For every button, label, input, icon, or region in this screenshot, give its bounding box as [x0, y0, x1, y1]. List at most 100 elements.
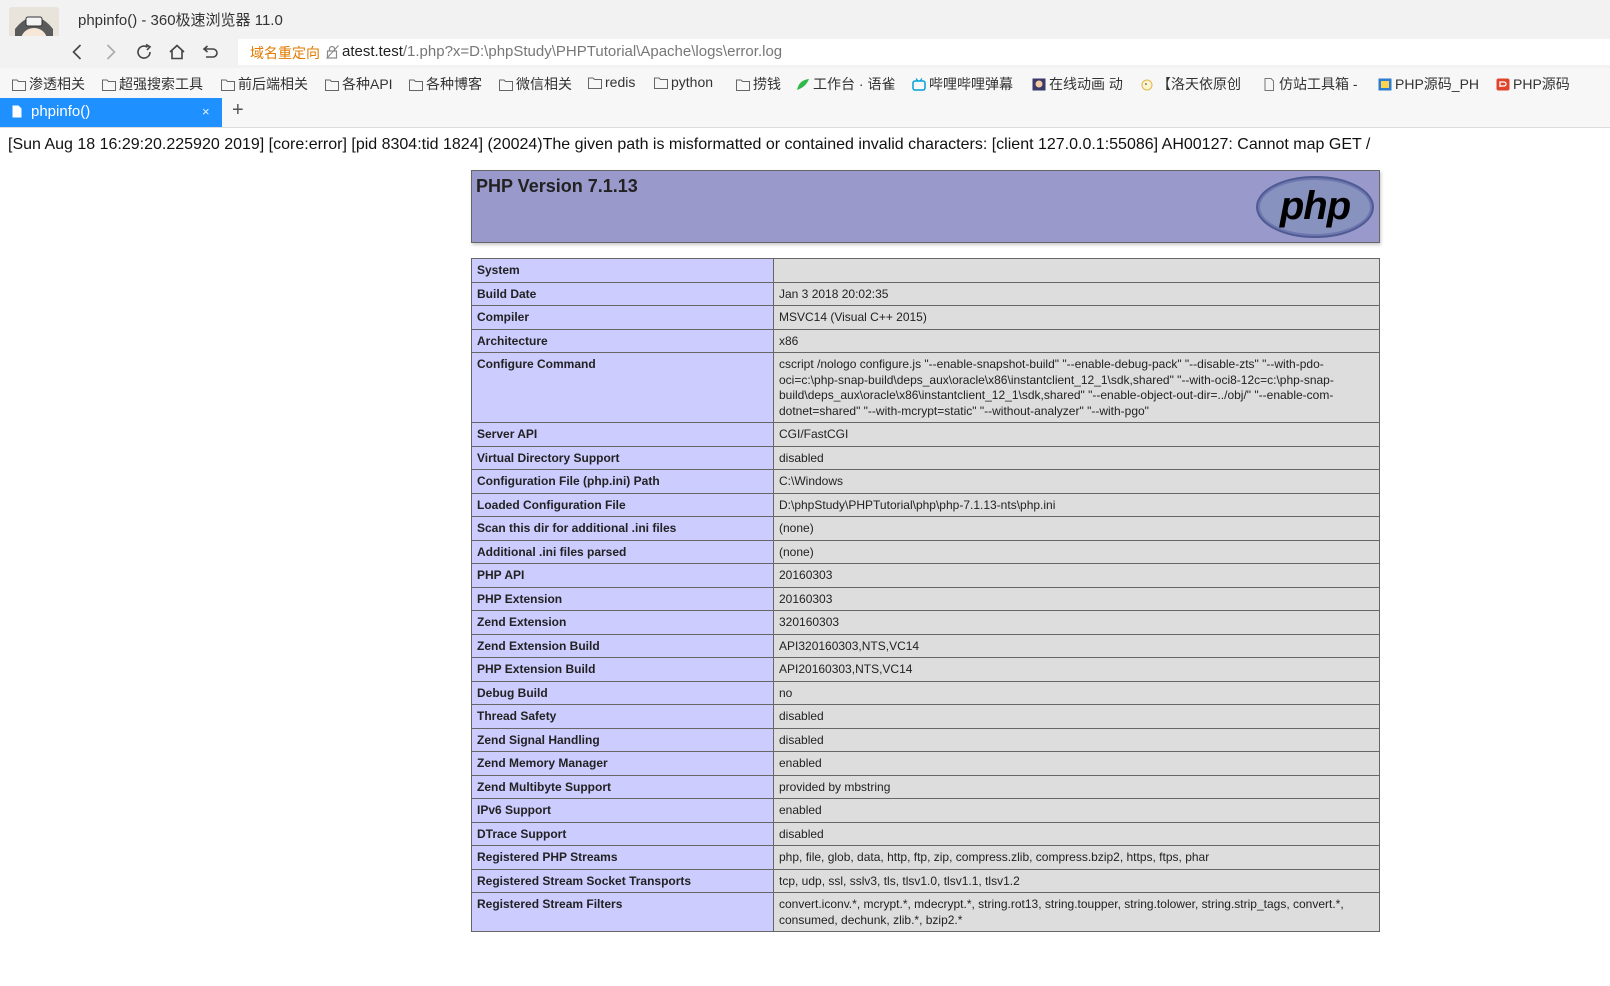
table-row: Loaded Configuration File D:\phpStudy\PHP… — [471, 492, 1380, 517]
bookmark-link[interactable]: 工作台 · 语雀 — [796, 74, 895, 94]
row-key: Loaded Configuration File — [471, 492, 774, 517]
row-value: tcp, udp, ssl, sslv3, tls, tlsv1.0, tlsv… — [773, 868, 1380, 893]
bookmark-link[interactable]: PHP源码_PH — [1378, 74, 1479, 94]
chevron-right-icon[interactable] — [99, 41, 121, 63]
bookmark-label: 微信相关 — [516, 76, 572, 92]
table-row: Registered PHP Streams php, file, glob, d… — [471, 845, 1380, 870]
bookmark-folder[interactable]: 捞钱 — [736, 74, 781, 94]
chevron-left-icon[interactable] — [67, 41, 89, 63]
insecure-lock-icon[interactable] — [326, 45, 339, 59]
row-key: PHP Extension Build — [471, 657, 774, 682]
row-key: Debug Build — [471, 680, 774, 705]
bookmark-folder[interactable]: 各种API — [325, 74, 393, 94]
bookmark-folder[interactable]: 超强搜索工具 — [102, 74, 203, 94]
window-title: phpinfo() - 360极速浏览器 11.0 — [78, 12, 283, 29]
url-host: atest.test — [342, 43, 403, 60]
table-row: PHP API 20160303 — [471, 563, 1380, 588]
folder-icon — [736, 79, 750, 91]
row-value: x86 — [773, 328, 1380, 353]
chicken-icon — [1141, 79, 1153, 90]
bookmark-folder[interactable]: 各种博客 — [409, 74, 482, 94]
row-value: cscript /nologo configure.js "--enable-s… — [773, 352, 1380, 423]
table-row: PHP Extension Build API20160303,NTS,VC14 — [471, 657, 1380, 682]
error-log-line: [Sun Aug 18 16:29:20.225920 2019] [core:… — [8, 136, 1371, 153]
bookmark-folder[interactable]: 渗透相关 — [12, 74, 85, 94]
refresh-icon[interactable] — [133, 41, 155, 63]
table-row: Build Date Jan 3 2018 20:02:35 — [471, 281, 1380, 306]
bookmark-link[interactable]: 仿站工具箱 - — [1262, 74, 1358, 94]
row-key: System — [471, 258, 774, 283]
phpinfo-table: System Build Date Jan 3 2018 20:02:35 Compi… — [471, 258, 1380, 932]
table-row: Virtual Directory Support disabled — [471, 445, 1380, 470]
row-key: DTrace Support — [471, 821, 774, 846]
row-value: Jan 3 2018 20:02:35 — [773, 281, 1380, 306]
row-value: php, file, glob, data, http, ftp, zip, c… — [773, 845, 1380, 870]
folder-icon — [409, 79, 423, 91]
new-tab-button[interactable]: + — [232, 99, 244, 122]
bookmark-label: PHP源码 — [1513, 76, 1570, 92]
row-key: Server API — [471, 422, 774, 447]
bookmark-label: python — [671, 74, 714, 90]
row-value: 20160303 — [773, 586, 1380, 611]
url-path: /1.php?x=D:\phpStudy\PHPTutorial\Apache\… — [402, 43, 783, 60]
navigation-toolbar: 域名重定向 atest.test/1.php?x=D:\phpStudy\PHP… — [0, 36, 1610, 68]
bookmark-link[interactable]: 哔哩哔哩弹幕 — [912, 74, 1013, 94]
folder-icon — [221, 79, 235, 91]
row-key: Zend Signal Handling — [471, 727, 774, 752]
url-text[interactable]: atest.test/1.php?x=D:\phpStudy\PHPTutori… — [342, 43, 782, 60]
table-row: Debug Build no — [471, 680, 1380, 705]
table-row: Zend Multibyte Support provided by mbstri… — [471, 774, 1380, 799]
table-row: Configuration File (php.ini) Path C:\Wind… — [471, 469, 1380, 494]
row-value — [773, 258, 1380, 283]
redirect-label: 域名重定向 — [250, 45, 320, 61]
tab-strip: phpinfo() × + — [0, 98, 1610, 128]
php-source-icon — [1378, 78, 1392, 90]
row-value: disabled — [773, 445, 1380, 470]
table-row: Thread Safety disabled — [471, 704, 1380, 729]
table-row: Server API CGI/FastCGI — [471, 422, 1380, 447]
table-row: Compiler MSVC14 (Visual C++ 2015) — [471, 305, 1380, 330]
folder-icon — [12, 79, 26, 91]
bookmark-link[interactable]: 【洛天依原创 — [1140, 74, 1241, 94]
bookmark-label: 仿站工具箱 - — [1279, 76, 1358, 92]
row-value: 320160303 — [773, 610, 1380, 635]
row-key: Configure Command — [471, 352, 774, 423]
table-row: Architecture x86 — [471, 328, 1380, 353]
row-key: Zend Multibyte Support — [471, 774, 774, 799]
row-value: MSVC14 (Visual C++ 2015) — [773, 305, 1380, 330]
row-value: disabled — [773, 704, 1380, 729]
bookmark-link[interactable]: 在线动画 动 — [1032, 74, 1123, 94]
bookmark-folder[interactable]: python — [654, 74, 713, 90]
bookmark-label: 各种博客 — [426, 76, 482, 92]
row-value: no — [773, 680, 1380, 705]
row-key: IPv6 Support — [471, 798, 774, 823]
row-key: Thread Safety — [471, 704, 774, 729]
close-icon[interactable]: × — [202, 104, 210, 119]
row-value: provided by mbstring — [773, 774, 1380, 799]
row-value: enabled — [773, 798, 1380, 823]
table-row: Zend Extension Build API320160303,NTS,VC1… — [471, 633, 1380, 658]
bilibili-icon — [912, 77, 926, 91]
undo-icon[interactable] — [198, 41, 220, 63]
home-icon[interactable] — [166, 41, 188, 63]
row-value: disabled — [773, 727, 1380, 752]
address-bar[interactable]: 域名重定向 atest.test/1.php?x=D:\phpStudy\PHP… — [238, 39, 1610, 65]
table-row: DTrace Support disabled — [471, 821, 1380, 846]
bookmark-folder[interactable]: 前后端相关 — [221, 74, 308, 94]
bookmark-label: 各种API — [342, 76, 393, 92]
row-value: convert.iconv.*, mcrypt.*, mdecrypt.*, s… — [773, 892, 1380, 932]
row-key: Zend Memory Manager — [471, 751, 774, 776]
bookmark-folder[interactable]: 微信相关 — [499, 74, 572, 94]
row-value: enabled — [773, 751, 1380, 776]
table-row: Zend Memory Manager enabled — [471, 751, 1380, 776]
table-row: PHP Extension 20160303 — [471, 586, 1380, 611]
folder-icon — [654, 77, 668, 89]
anime-site-icon — [1032, 78, 1046, 90]
row-key: Zend Extension Build — [471, 633, 774, 658]
bookmark-link[interactable]: PHP源码 — [1496, 74, 1570, 94]
tab-phpinfo[interactable]: phpinfo() × — [0, 98, 222, 127]
bookmark-label: 【洛天依原创 — [1157, 76, 1241, 92]
php-logo-icon[interactable]: php — [1255, 175, 1375, 239]
row-key: Build Date — [471, 281, 774, 306]
bookmark-folder[interactable]: redis — [588, 74, 635, 90]
